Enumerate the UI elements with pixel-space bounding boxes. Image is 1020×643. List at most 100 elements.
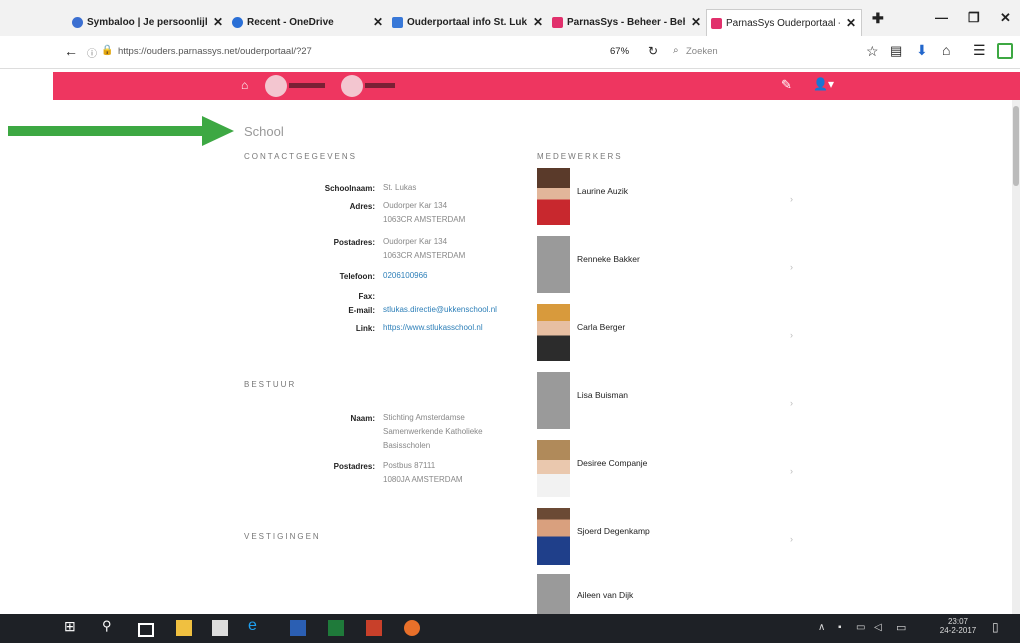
field-label: Link: <box>355 324 375 333</box>
reload-icon[interactable]: ↻ <box>648 44 658 58</box>
page-icon <box>392 16 403 28</box>
cloud-icon <box>232 16 243 28</box>
chevron-right-icon: › <box>790 398 793 408</box>
powerpoint-icon[interactable] <box>366 620 382 636</box>
battery-icon[interactable]: ▭ <box>856 622 865 633</box>
staff-name: Renneke Bakker <box>577 254 640 264</box>
staff-name: Sjoerd Degenkamp <box>577 526 650 536</box>
close-icon[interactable]: ✕ <box>691 15 701 29</box>
volume-icon[interactable]: ◁ <box>874 622 882 633</box>
staff-name: Aileen van Dijk <box>577 590 634 600</box>
home-icon[interactable]: ⌂ <box>241 78 248 92</box>
home-icon[interactable]: ⌂ <box>942 42 950 58</box>
clock-date: 24-2-2017 <box>939 626 977 635</box>
tab-parnassys-beheer[interactable]: ParnasSys - Beheer - Beheer ✕ <box>548 9 706 35</box>
tab-symbaloo[interactable]: Symbaloo | Je persoonlijk... ✕ <box>68 9 228 35</box>
child-name-redacted <box>289 83 325 88</box>
tab-title: ParnasSys - Beheer - Beheer <box>567 16 685 28</box>
new-tab-icon[interactable]: ✚ <box>872 10 884 27</box>
staff-name: Desiree Companje <box>577 458 648 468</box>
staff-row[interactable]: Laurine Auzik › <box>537 168 797 228</box>
email-link[interactable]: stlukas.directie@ukkenschool.nl <box>383 304 497 316</box>
child-avatar[interactable] <box>341 75 363 97</box>
minimize-icon[interactable]: — <box>935 10 948 25</box>
close-icon[interactable]: ✕ <box>213 15 223 29</box>
child-name-redacted <box>365 83 395 88</box>
staff-row[interactable]: Aileen van Dijk <box>537 574 797 614</box>
firefox-icon[interactable] <box>404 620 420 636</box>
school-name-value: St. Lukas <box>383 183 417 192</box>
action-center-icon[interactable]: ▯ <box>992 620 999 634</box>
scrollbar-thumb[interactable] <box>1013 106 1019 186</box>
user-menu-icon[interactable]: 👤▾ <box>813 77 834 91</box>
clock-time: 23:07 <box>947 617 969 626</box>
keyboard-icon[interactable]: ▭ <box>896 621 906 634</box>
bookmark-star-icon[interactable]: ☆ <box>866 43 879 60</box>
website-link[interactable]: https://www.stlukasschool.nl <box>383 322 483 334</box>
download-icon[interactable]: ⬇ <box>916 42 928 59</box>
field-label: E-mail: <box>348 306 375 315</box>
phone-link[interactable]: 0206100966 <box>383 270 428 282</box>
reading-list-icon[interactable]: ▤ <box>890 43 902 59</box>
url-field[interactable]: https://ouders.parnassys.net/ouderportaa… <box>118 46 312 57</box>
store-icon[interactable] <box>212 620 228 636</box>
notification-icon[interactable]: ✎ <box>781 77 792 93</box>
field-label: Postadres: <box>333 238 375 247</box>
network-icon[interactable]: ▪ <box>838 622 842 633</box>
close-window-icon[interactable]: ✕ <box>1000 10 1011 26</box>
show-hidden-icons-icon[interactable]: ∧ <box>818 622 825 633</box>
staff-photo <box>537 168 570 225</box>
tab-parnassys-ouderportaal[interactable]: ParnasSys Ouderportaal - ... ✕ <box>706 9 862 36</box>
staff-name: Lisa Buisman <box>577 390 629 400</box>
app-header: ⌂ ✎ 👤▾ <box>53 72 1020 100</box>
locations-section-label: VESTIGINGEN <box>244 532 321 541</box>
staff-name: Carla Berger <box>577 322 626 332</box>
excel-icon[interactable] <box>328 620 344 636</box>
word-icon[interactable] <box>290 620 306 636</box>
staff-row[interactable]: Desiree Companje › <box>537 440 797 500</box>
field-label: Telefoon: <box>339 272 375 281</box>
back-arrow-icon[interactable]: ← <box>64 43 78 59</box>
maximize-icon[interactable]: ❐ <box>968 10 980 26</box>
board-postal-line: 1080JA AMSTERDAM <box>383 475 463 484</box>
close-icon[interactable]: ✕ <box>846 16 856 30</box>
internet-explorer-icon[interactable]: e <box>248 617 264 634</box>
close-icon[interactable]: ✕ <box>373 15 383 29</box>
parnassys-icon <box>711 17 722 29</box>
parnassys-icon <box>552 16 563 28</box>
menu-icon[interactable]: ☰ <box>973 42 986 59</box>
staff-row[interactable]: Carla Berger › <box>537 304 797 364</box>
search-field[interactable]: Zoeken <box>686 46 718 57</box>
board-postal-line: Postbus 87111 <box>383 461 436 470</box>
board-name-line: Stichting Amsterdamse <box>383 413 465 422</box>
child-avatar[interactable] <box>265 75 287 97</box>
search-icon[interactable]: ⚲ <box>102 618 118 634</box>
windows-start-icon[interactable]: ⊞ <box>64 618 80 634</box>
board-section-label: BESTUUR <box>244 380 297 389</box>
info-icon[interactable]: ⓘ <box>87 45 97 60</box>
staff-row[interactable]: Sjoerd Degenkamp › <box>537 508 797 568</box>
close-icon[interactable]: ✕ <box>533 15 543 29</box>
placeholder-photo-icon <box>537 236 570 293</box>
staff-section-label: MEDEWERKERS <box>537 152 623 161</box>
chevron-right-icon: › <box>790 330 793 340</box>
vertical-scrollbar[interactable] <box>1012 100 1020 614</box>
staff-photo <box>537 508 570 565</box>
tab-ouderportaal-info[interactable]: Ouderportaal info St. Lukas... ✕ <box>388 9 548 35</box>
contact-section-label: CONTACTGEGEVENS <box>244 152 357 161</box>
field-label: Postadres: <box>333 462 375 471</box>
field-label: Naam: <box>350 414 375 423</box>
address-bar: ← ⓘ 🔒 https://ouders.parnassys.net/ouder… <box>0 36 1020 69</box>
placeholder-photo-icon <box>537 574 570 614</box>
task-view-icon[interactable] <box>138 623 154 637</box>
postal-address-line: 1063CR AMSTERDAM <box>383 251 466 260</box>
file-explorer-icon[interactable] <box>176 620 192 636</box>
zoom-level[interactable]: 67% <box>610 46 629 57</box>
extension-icon[interactable] <box>997 43 1013 59</box>
clock[interactable]: 23:07 24-2-2017 <box>938 617 978 635</box>
tab-title: ParnasSys Ouderportaal - ... <box>726 17 840 29</box>
tab-onedrive[interactable]: Recent - OneDrive ✕ <box>228 9 388 35</box>
staff-row[interactable]: Lisa Buisman › <box>537 372 797 432</box>
staff-row[interactable]: Renneke Bakker › <box>537 236 797 296</box>
staff-photo <box>537 440 570 497</box>
